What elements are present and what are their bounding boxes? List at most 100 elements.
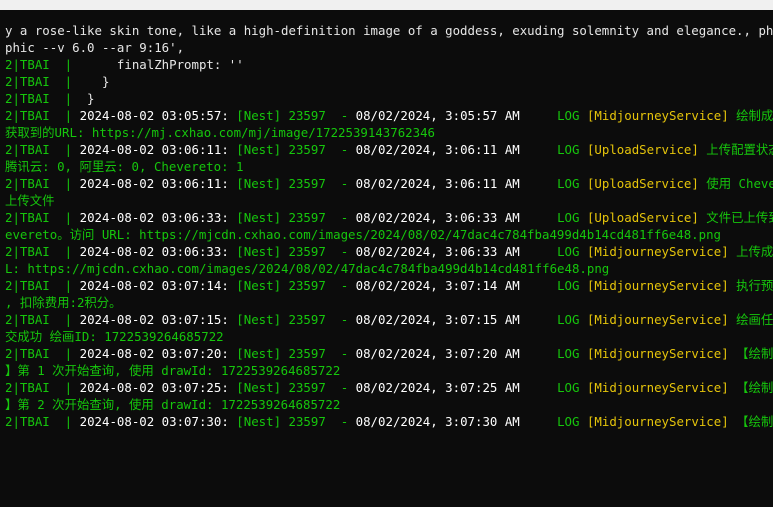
log-timestamp: 2024-08-02 03:07:30: [79, 414, 229, 429]
log-message: 上传成功 UR [736, 244, 773, 259]
process-prefix: 2|TBAI | [5, 91, 73, 106]
code-text: } [72, 91, 95, 106]
log-level: LOG [557, 380, 580, 395]
log-timestamp: 2024-08-02 03:05:57: [79, 108, 229, 123]
log-time: 08/02/2024, 3:05:57 AM [355, 108, 520, 123]
log-message: 绘制成功, [736, 108, 773, 123]
log-entry: 2|TBAI | 2024-08-02 03:06:33: [Nest] 235… [5, 209, 773, 226]
log-level: LOG [557, 414, 580, 429]
log-context: [UploadService] [586, 210, 699, 225]
window-top-strip [0, 0, 773, 10]
log-pid: [Nest] 23597 - [236, 380, 356, 395]
log-pid: [Nest] 23597 - [236, 278, 356, 293]
log-pid: [Nest] 23597 - [236, 244, 356, 259]
process-prefix: 2|TBAI | [5, 57, 73, 72]
code-text: } [72, 74, 110, 89]
log-level: LOG [557, 142, 580, 157]
log-timestamp: 2024-08-02 03:06:33: [79, 244, 229, 259]
process-prefix: 2|TBAI | [5, 74, 73, 89]
log-message: 使用 Chevereto [706, 176, 773, 191]
log-timestamp: 2024-08-02 03:06:11: [79, 176, 229, 191]
log-entry: 2|TBAI | 2024-08-02 03:07:25: [Nest] 235… [5, 379, 773, 396]
log-timestamp: 2024-08-02 03:06:33: [79, 210, 229, 225]
log-continuation: 获取到的URL: https://mj.cxhao.com/mj/image/1… [5, 125, 436, 140]
log-continuation: 上传文件 [5, 193, 55, 208]
log-level: LOG [557, 210, 580, 225]
log-level: LOG [557, 346, 580, 361]
log-pid: [Nest] 23597 - [236, 346, 356, 361]
process-prefix: 2|TBAI | [5, 414, 73, 429]
process-prefix: 2|TBAI | [5, 380, 73, 395]
log-time: 08/02/2024, 3:06:11 AM [355, 142, 520, 157]
log-pid: [Nest] 23597 - [236, 108, 356, 123]
log-time: 08/02/2024, 3:07:15 AM [355, 312, 520, 327]
log-time: 08/02/2024, 3:06:33 AM [355, 244, 520, 259]
log-entry: 2|TBAI | 2024-08-02 03:07:15: [Nest] 235… [5, 311, 773, 328]
log-message: 上传配置状态 - [706, 142, 773, 157]
log-pid: [Nest] 23597 - [236, 142, 356, 157]
log-level: LOG [557, 108, 580, 123]
log-time: 08/02/2024, 3:07:20 AM [355, 346, 520, 361]
log-context: [MidjourneyService] [586, 108, 729, 123]
log-entry: 2|TBAI | 2024-08-02 03:07:14: [Nest] 235… [5, 277, 773, 294]
log-context: [MidjourneyService] [586, 380, 729, 395]
log-message: 执行预扣费 [736, 278, 773, 293]
log-pid: [Nest] 23597 - [236, 176, 356, 191]
log-continuation: , 扣除费用:2积分。 [5, 295, 122, 310]
log-timestamp: 2024-08-02 03:07:20: [79, 346, 229, 361]
log-line-close-brace: 2|TBAI | } [5, 90, 95, 107]
process-prefix: 2|TBAI | [5, 312, 73, 327]
log-context: [MidjourneyService] [586, 244, 729, 259]
prompt-wrap-line-1: y a rose-like skin tone, like a high-def… [5, 23, 773, 38]
log-time: 08/02/2024, 3:06:33 AM [355, 210, 520, 225]
log-message: 【绘制图片 [736, 414, 773, 429]
process-prefix: 2|TBAI | [5, 142, 73, 157]
log-level: LOG [557, 278, 580, 293]
prompt-wrap-line-2: phic --v 6.0 --ar 9:16', [5, 40, 185, 55]
log-level: LOG [557, 312, 580, 327]
log-continuation: evereto。访问 URL: https://mjcdn.cxhao.com/… [5, 227, 722, 242]
log-message: 文件已上传到 Ch [706, 210, 773, 225]
log-pid: [Nest] 23597 - [236, 312, 356, 327]
log-timestamp: 2024-08-02 03:07:25: [79, 380, 229, 395]
log-pid: [Nest] 23597 - [236, 414, 356, 429]
process-prefix: 2|TBAI | [5, 244, 73, 259]
log-continuation: L: https://mjcdn.cxhao.com/images/2024/0… [5, 261, 610, 276]
log-entry: 2|TBAI | 2024-08-02 03:06:11: [Nest] 235… [5, 175, 773, 192]
log-time: 08/02/2024, 3:07:14 AM [355, 278, 520, 293]
log-entry: 2|TBAI | 2024-08-02 03:07:30: [Nest] 235… [5, 413, 773, 430]
log-timestamp: 2024-08-02 03:07:14: [79, 278, 229, 293]
log-entry: 2|TBAI | 2024-08-02 03:06:11: [Nest] 235… [5, 141, 773, 158]
log-context: [UploadService] [586, 176, 699, 191]
log-context: [MidjourneyService] [586, 312, 729, 327]
log-continuation: 腾讯云: 0, 阿里云: 0, Chevereto: 1 [5, 159, 244, 174]
process-prefix: 2|TBAI | [5, 278, 73, 293]
log-continuation: 】第 1 次开始查询, 使用 drawId: 1722539264685722 [5, 363, 341, 378]
log-context: [MidjourneyService] [586, 346, 729, 361]
log-context: [UploadService] [586, 142, 699, 157]
process-prefix: 2|TBAI | [5, 210, 73, 225]
terminal-output[interactable]: y a rose-like skin tone, like a high-def… [0, 10, 773, 507]
log-time: 08/02/2024, 3:06:11 AM [355, 176, 520, 191]
log-context: [MidjourneyService] [586, 414, 729, 429]
log-message: 绘画任务提 [736, 312, 773, 327]
log-line-zh-prompt: 2|TBAI | finalZhPrompt: '' [5, 56, 244, 73]
log-entry: 2|TBAI | 2024-08-02 03:07:20: [Nest] 235… [5, 345, 773, 362]
log-level: LOG [557, 176, 580, 191]
log-line-close-brace: 2|TBAI | } [5, 73, 109, 90]
log-time: 08/02/2024, 3:07:30 AM [355, 414, 520, 429]
log-entry: 2|TBAI | 2024-08-02 03:05:57: [Nest] 235… [5, 107, 773, 124]
process-prefix: 2|TBAI | [5, 346, 73, 361]
log-time: 08/02/2024, 3:07:25 AM [355, 380, 520, 395]
log-continuation: 】第 2 次开始查询, 使用 drawId: 1722539264685722 [5, 397, 341, 412]
log-message: 【绘制图片 [736, 380, 773, 395]
process-prefix: 2|TBAI | [5, 176, 73, 191]
log-pid: [Nest] 23597 - [236, 210, 356, 225]
process-prefix: 2|TBAI | [5, 108, 73, 123]
code-text: finalZhPrompt: '' [72, 57, 244, 72]
log-entry: 2|TBAI | 2024-08-02 03:06:33: [Nest] 235… [5, 243, 773, 260]
log-message: 【绘制图片 [736, 346, 773, 361]
log-level: LOG [557, 244, 580, 259]
log-continuation: 交成功 绘画ID: 1722539264685722 [5, 329, 224, 344]
log-timestamp: 2024-08-02 03:06:11: [79, 142, 229, 157]
